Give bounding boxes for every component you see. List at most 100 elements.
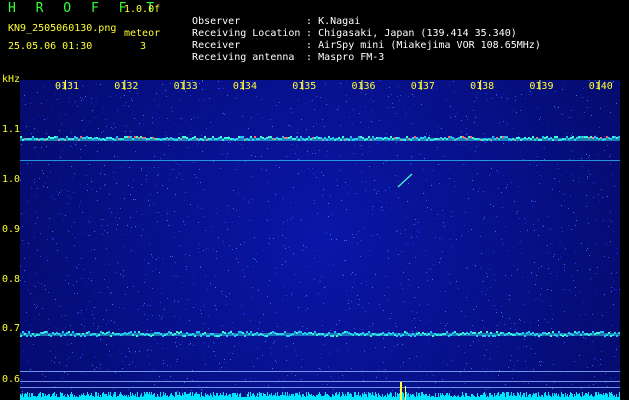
noise-pixel bbox=[611, 273, 612, 274]
noise-pixel bbox=[162, 348, 163, 349]
noise-pixel bbox=[460, 312, 461, 313]
noise-pixel bbox=[81, 313, 82, 314]
noise-pixel bbox=[23, 351, 24, 352]
noise-pixel bbox=[417, 331, 418, 332]
baseline-bar bbox=[234, 393, 235, 400]
noise-pixel bbox=[587, 306, 588, 307]
meteor-echo bbox=[397, 173, 413, 188]
noise-pixel bbox=[600, 177, 601, 178]
noise-pixel bbox=[314, 310, 315, 311]
noise-pixel bbox=[156, 267, 157, 268]
baseline-bar bbox=[395, 392, 396, 400]
noise-pixel bbox=[514, 250, 515, 251]
noise-pixel bbox=[372, 110, 373, 111]
noise-pixel bbox=[524, 304, 525, 305]
baseline-bar bbox=[372, 392, 373, 400]
noise-pixel bbox=[588, 173, 589, 174]
noise-pixel bbox=[527, 337, 528, 338]
noise-pixel bbox=[414, 224, 415, 225]
noise-pixel bbox=[227, 123, 228, 124]
noise-pixel bbox=[573, 280, 574, 281]
noise-pixel bbox=[94, 204, 95, 205]
baseline-bar bbox=[289, 394, 290, 400]
noise-pixel bbox=[247, 147, 248, 148]
baseline-bar bbox=[613, 396, 614, 400]
signal-band bbox=[552, 331, 554, 333]
noise-pixel bbox=[333, 287, 334, 288]
noise-pixel bbox=[297, 190, 298, 191]
noise-pixel bbox=[480, 337, 481, 338]
noise-pixel bbox=[405, 229, 406, 230]
noise-pixel bbox=[464, 225, 465, 226]
baseline-bar bbox=[51, 396, 52, 400]
noise-pixel bbox=[227, 212, 228, 213]
noise-pixel bbox=[582, 149, 583, 150]
noise-pixel bbox=[68, 283, 69, 284]
baseline-bar bbox=[163, 392, 164, 400]
noise-pixel bbox=[416, 312, 417, 313]
baseline-bar bbox=[323, 396, 324, 400]
noise-pixel bbox=[618, 360, 619, 361]
noise-pixel bbox=[309, 266, 310, 267]
baseline-bar bbox=[130, 392, 131, 400]
noise-pixel bbox=[208, 316, 209, 317]
noise-pixel bbox=[65, 189, 66, 190]
noise-pixel bbox=[138, 126, 139, 127]
baseline-bar bbox=[48, 394, 49, 400]
noise-pixel bbox=[586, 154, 587, 155]
noise-pixel bbox=[33, 344, 34, 345]
noise-pixel bbox=[613, 304, 614, 305]
noise-pixel bbox=[89, 301, 90, 302]
noise-pixel bbox=[468, 231, 469, 232]
noise-pixel bbox=[346, 343, 347, 344]
noise-pixel bbox=[45, 376, 46, 377]
noise-pixel bbox=[71, 388, 72, 389]
noise-pixel bbox=[176, 346, 177, 347]
noise-pixel bbox=[325, 286, 326, 287]
noise-pixel bbox=[145, 268, 146, 269]
noise-pixel bbox=[362, 254, 363, 255]
noise-pixel bbox=[63, 162, 64, 163]
baseline-bar bbox=[26, 394, 27, 400]
noise-pixel bbox=[351, 290, 352, 291]
noise-pixel bbox=[216, 189, 217, 190]
noise-pixel bbox=[133, 321, 134, 322]
baseline-bar bbox=[205, 393, 206, 400]
noise-pixel bbox=[513, 369, 514, 370]
noise-pixel bbox=[336, 324, 337, 325]
baseline-bar bbox=[509, 396, 510, 400]
noise-pixel bbox=[258, 394, 259, 395]
noise-pixel bbox=[466, 297, 467, 298]
signal-band bbox=[314, 331, 316, 333]
baseline-bar bbox=[123, 396, 124, 400]
noise-pixel bbox=[222, 154, 223, 155]
baseline-bar bbox=[385, 395, 386, 400]
noise-pixel bbox=[403, 362, 404, 363]
baseline-bar bbox=[259, 392, 260, 400]
noise-pixel bbox=[521, 253, 522, 254]
baseline-bar bbox=[512, 396, 513, 400]
noise-pixel bbox=[329, 353, 330, 354]
noise-pixel bbox=[190, 134, 191, 135]
noise-pixel bbox=[164, 154, 165, 155]
noise-pixel bbox=[617, 253, 618, 254]
noise-pixel bbox=[595, 135, 596, 136]
noise-pixel bbox=[354, 141, 355, 142]
noise-pixel bbox=[203, 358, 204, 359]
baseline-bar bbox=[379, 395, 380, 400]
baseline-bar bbox=[576, 392, 577, 400]
noise-pixel bbox=[441, 128, 442, 129]
noise-pixel bbox=[275, 360, 276, 361]
noise-pixel bbox=[547, 210, 548, 211]
noise-pixel bbox=[302, 359, 303, 360]
noise-pixel bbox=[68, 196, 69, 197]
noise-pixel bbox=[463, 187, 464, 188]
noise-pixel bbox=[364, 350, 365, 351]
noise-pixel bbox=[515, 277, 516, 278]
noise-pixel bbox=[173, 356, 174, 357]
noise-pixel bbox=[266, 170, 267, 171]
baseline-bar bbox=[317, 395, 318, 400]
noise-pixel bbox=[439, 142, 440, 143]
noise-pixel bbox=[177, 359, 178, 360]
noise-pixel bbox=[571, 229, 572, 230]
